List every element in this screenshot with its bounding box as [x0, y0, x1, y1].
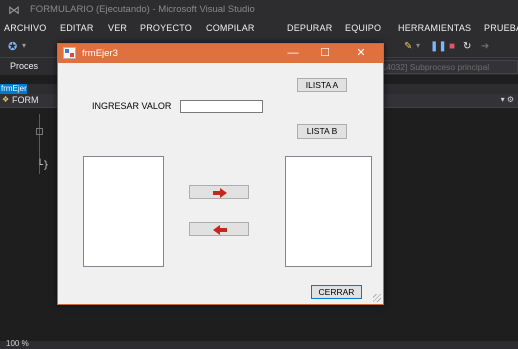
- form-titlebar[interactable]: frmEjer3 — ☐ ✕: [58, 44, 383, 63]
- visual-studio-logo-icon: ⋈: [8, 3, 20, 17]
- restart-icon[interactable]: ↻: [463, 41, 471, 52]
- listbox-b[interactable]: [285, 156, 372, 267]
- listbox-a[interactable]: [83, 156, 164, 267]
- type-dropdown[interactable]: FORM: [12, 95, 39, 105]
- menu-depurar[interactable]: DEPURAR: [287, 23, 332, 33]
- app-icon[interactable]: [63, 47, 76, 59]
- zoom-level[interactable]: 100 %: [6, 339, 29, 348]
- lista-a-button[interactable]: ILISTA A: [297, 78, 347, 92]
- cerrar-button[interactable]: CERRAR: [311, 285, 362, 299]
- arrow-right-icon: [213, 188, 227, 198]
- move-left-button[interactable]: [189, 222, 249, 236]
- vs-window-title: FORMULARIO (Ejecutando) - Microsoft Visu…: [30, 4, 255, 15]
- frmejer3-window: frmEjer3 — ☐ ✕ ILISTA A INGRESAR VALOR L…: [57, 43, 384, 305]
- vs-titlebar: ⋈ FORMULARIO (Ejecutando) - Microsoft Vi…: [0, 0, 518, 20]
- menu-equipo[interactable]: EQUIPO: [345, 23, 381, 33]
- vs-statusbar: 100 %: [0, 339, 518, 349]
- lista-b-button[interactable]: LISTA B: [297, 124, 347, 139]
- minimize-icon[interactable]: —: [280, 45, 306, 61]
- move-right-button[interactable]: [189, 185, 249, 199]
- arrow-left-icon: [213, 225, 227, 235]
- member-dropdown-arrow-icon[interactable]: ▾ ⚙: [501, 95, 514, 104]
- vs-menubar: ARCHIVO EDITAR VER PROYECTO COMPILAR DEP…: [0, 20, 518, 38]
- maximize-icon[interactable]: ☐: [312, 45, 338, 61]
- pause-icon[interactable]: ❚❚: [430, 41, 447, 52]
- menu-herramientas[interactable]: HERRAMIENTAS: [398, 23, 471, 33]
- menu-archivo[interactable]: ARCHIVO: [4, 23, 46, 33]
- close-icon[interactable]: ✕: [348, 45, 374, 61]
- form-title: frmEjer3: [82, 48, 118, 59]
- form-client-area: ILISTA A INGRESAR VALOR LISTA B CERRAR: [58, 63, 383, 304]
- process-label: Proces: [10, 61, 39, 71]
- thread-combo[interactable]: [14032] Subproceso principal: [372, 60, 518, 74]
- menu-proyecto[interactable]: PROYECTO: [140, 23, 192, 33]
- valor-input[interactable]: [180, 100, 263, 113]
- menu-ver[interactable]: VER: [108, 23, 127, 33]
- show-next-statement-icon[interactable]: ➜: [481, 41, 489, 52]
- menu-compilar[interactable]: COMPILAR: [206, 23, 255, 33]
- dropdown-arrow-icon[interactable]: ▾: [22, 41, 26, 50]
- stop-icon[interactable]: ■: [449, 41, 455, 52]
- tab-frmejer2[interactable]: frmEjer2.vb: [0, 84, 27, 94]
- code-brace: └}: [37, 160, 50, 171]
- resize-grip-icon[interactable]: [373, 294, 381, 302]
- collapse-icon[interactable]: [36, 128, 43, 135]
- hot-reload-icon[interactable]: ✎: [404, 41, 412, 52]
- menu-editar[interactable]: EDITAR: [60, 23, 94, 33]
- class-icon: ❖: [2, 95, 10, 104]
- menu-prueba[interactable]: PRUEBA: [484, 23, 518, 33]
- back-navigation-icon[interactable]: ✪: [8, 40, 17, 53]
- dropdown-arrow-icon[interactable]: ▾: [416, 41, 420, 50]
- ingresar-valor-label: INGRESAR VALOR: [92, 101, 172, 111]
